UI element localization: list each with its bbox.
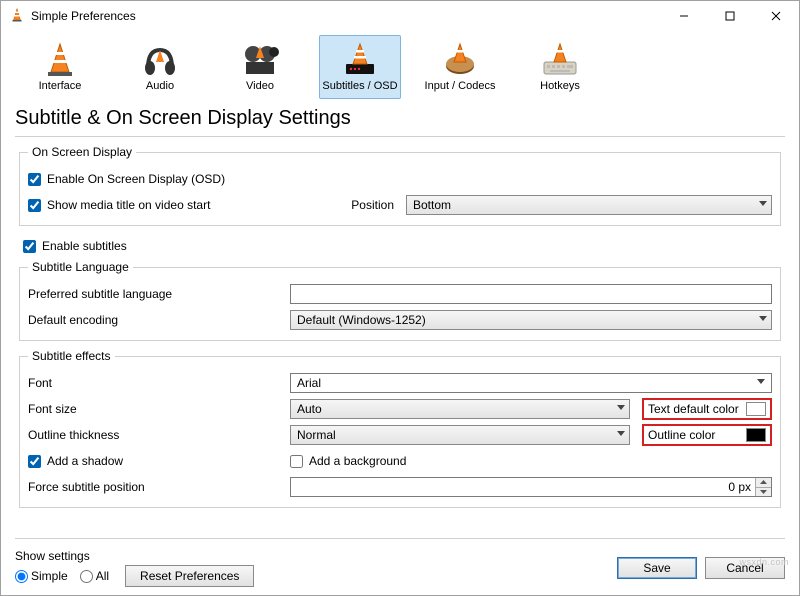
outline-thickness-select[interactable]: Normal xyxy=(290,425,630,445)
show-settings-label: Show settings xyxy=(15,549,254,563)
tab-interface[interactable]: Interface xyxy=(19,35,101,99)
titlebar: Simple Preferences xyxy=(1,1,799,31)
window-title: Simple Preferences xyxy=(31,9,661,23)
vlc-icon xyxy=(9,7,25,26)
tab-subtitles-osd[interactable]: Subtitles / OSD xyxy=(319,35,401,99)
force-pos-input[interactable] xyxy=(290,477,772,497)
tab-label: Input / Codecs xyxy=(425,80,496,92)
add-background-checkbox[interactable]: Add a background xyxy=(290,454,406,468)
spin-down-button[interactable] xyxy=(755,487,771,497)
font-size-label: Font size xyxy=(28,402,77,416)
chevron-down-icon xyxy=(757,379,765,384)
pref-lang-input[interactable] xyxy=(290,284,772,304)
position-label: Position xyxy=(290,198,400,212)
text-color-label: Text default color xyxy=(648,402,739,416)
position-value: Bottom xyxy=(413,198,451,212)
show-title-label: Show media title on video start xyxy=(47,198,210,212)
outline-color-button[interactable] xyxy=(746,428,766,442)
tab-label: Video xyxy=(246,80,274,92)
all-radio-input[interactable] xyxy=(80,570,93,583)
enable-subtitles-checkbox[interactable]: Enable subtitles xyxy=(23,239,127,253)
show-title-checkbox[interactable]: Show media title on video start xyxy=(28,198,290,212)
tab-label: Hotkeys xyxy=(540,80,580,92)
spin-up-button[interactable] xyxy=(755,478,771,487)
outline-color-label: Outline color xyxy=(648,428,715,442)
encoding-value: Default (Windows-1252) xyxy=(297,313,426,327)
font-label: Font xyxy=(28,376,52,390)
watermark: wsxdn.com xyxy=(739,557,789,567)
show-settings-all-radio[interactable]: All xyxy=(80,569,109,583)
pref-lang-label: Preferred subtitle language xyxy=(28,287,172,301)
divider xyxy=(15,136,785,137)
chevron-down-icon xyxy=(759,201,767,206)
font-size-select[interactable]: Auto xyxy=(290,399,630,419)
tab-hotkeys[interactable]: Hotkeys xyxy=(519,35,601,99)
enable-osd-checkbox[interactable]: Enable On Screen Display (OSD) xyxy=(28,172,225,186)
subtitle-language-legend: Subtitle Language xyxy=(28,260,133,274)
font-size-value: Auto xyxy=(297,402,322,416)
maximize-button[interactable] xyxy=(707,1,753,31)
outline-color-row: Outline color xyxy=(642,424,772,446)
simple-radio-label: Simple xyxy=(31,569,68,583)
encoding-label: Default encoding xyxy=(28,313,118,327)
subtitle-effects-group: Subtitle effects Font Arial Font size Au… xyxy=(19,349,781,508)
text-color-button[interactable] xyxy=(746,402,766,416)
tab-label: Subtitles / OSD xyxy=(322,80,397,92)
enable-osd-input[interactable] xyxy=(28,173,41,186)
encoding-select[interactable]: Default (Windows-1252) xyxy=(290,310,772,330)
close-button[interactable] xyxy=(753,1,799,31)
divider xyxy=(15,538,785,539)
show-settings-simple-radio[interactable]: Simple xyxy=(15,569,68,583)
all-radio-label: All xyxy=(96,569,109,583)
enable-subtitles-input[interactable] xyxy=(23,240,36,253)
page-title: Subtitle & On Screen Display Settings xyxy=(15,107,785,130)
show-title-input[interactable] xyxy=(28,199,41,212)
chevron-down-icon xyxy=(617,405,625,410)
outline-thickness-value: Normal xyxy=(297,428,336,442)
font-select[interactable]: Arial xyxy=(290,373,772,393)
outline-thickness-label: Outline thickness xyxy=(28,428,119,442)
add-shadow-checkbox[interactable]: Add a shadow xyxy=(28,454,123,468)
osd-group: On Screen Display Enable On Screen Displ… xyxy=(19,145,781,226)
tab-label: Interface xyxy=(39,80,82,92)
tab-audio[interactable]: Audio xyxy=(119,35,201,99)
chevron-down-icon xyxy=(759,316,767,321)
subtitle-language-group: Subtitle Language Preferred subtitle lan… xyxy=(19,260,781,341)
save-button[interactable]: Save xyxy=(617,557,697,579)
add-background-input[interactable] xyxy=(290,455,303,468)
force-pos-label: Force subtitle position xyxy=(28,480,145,494)
chevron-down-icon xyxy=(617,431,625,436)
enable-osd-label: Enable On Screen Display (OSD) xyxy=(47,172,225,186)
osd-legend: On Screen Display xyxy=(28,145,136,159)
tab-video[interactable]: Video xyxy=(219,35,301,99)
tab-input-codecs[interactable]: Input / Codecs xyxy=(419,35,501,99)
reset-preferences-button[interactable]: Reset Preferences xyxy=(125,565,254,587)
tab-label: Audio xyxy=(146,80,174,92)
category-tabs: Interface Audio Video Subtitles / OSD In… xyxy=(1,31,799,101)
add-shadow-input[interactable] xyxy=(28,455,41,468)
text-color-row: Text default color xyxy=(642,398,772,420)
position-select[interactable]: Bottom xyxy=(406,195,772,215)
footer: Show settings Simple All Reset Preferenc… xyxy=(1,545,799,595)
simple-radio-input[interactable] xyxy=(15,570,28,583)
font-value: Arial xyxy=(297,376,321,390)
add-shadow-label: Add a shadow xyxy=(47,454,123,468)
add-background-label: Add a background xyxy=(309,454,406,468)
minimize-button[interactable] xyxy=(661,1,707,31)
subtitle-effects-legend: Subtitle effects xyxy=(28,349,115,363)
enable-subtitles-label: Enable subtitles xyxy=(42,239,127,253)
